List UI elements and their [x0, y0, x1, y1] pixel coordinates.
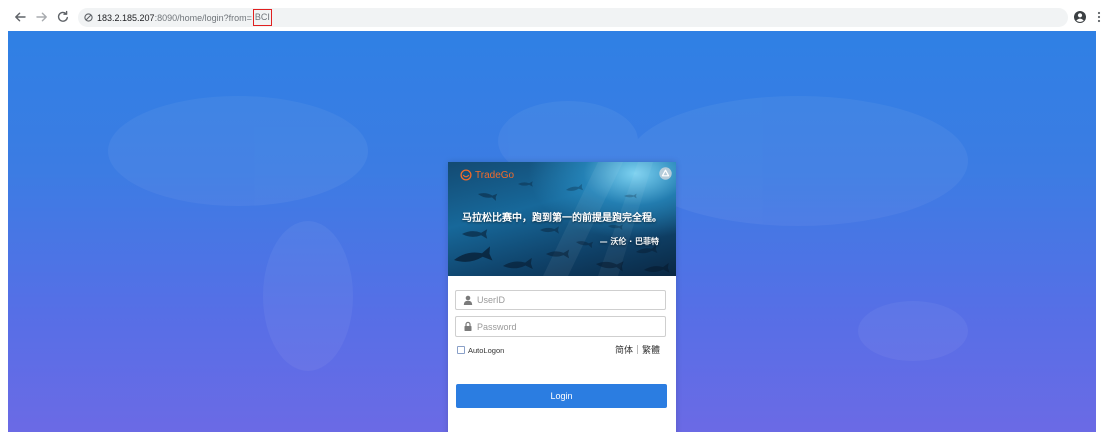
browser-toolbar: 183.2.185.207 :8090/home/login?from= BCI — [0, 0, 1104, 31]
login-card: TradeGo 马拉松比赛中，跑到第一的前提是跑完全程。 — 沃伦 · 巴菲特 … — [448, 162, 676, 432]
userid-field — [455, 290, 666, 310]
autologon-option[interactable]: AutoLogon — [457, 345, 504, 355]
arrow-right-icon — [36, 12, 47, 22]
fish-silhouette — [518, 181, 533, 187]
forward-button[interactable] — [35, 10, 49, 24]
back-button[interactable] — [13, 10, 27, 24]
login-banner: TradeGo 马拉松比赛中，跑到第一的前提是跑完全程。 — 沃伦 · 巴菲特 — [448, 162, 676, 276]
fish-silhouette — [565, 183, 584, 194]
not-secure-icon[interactable] — [84, 13, 93, 22]
fish-silhouette — [452, 246, 493, 268]
tradego-logo: TradeGo — [460, 168, 514, 182]
arrow-left-icon — [15, 12, 26, 22]
url-path: :8090/home/login?from= — [154, 12, 252, 23]
user-icon — [463, 295, 473, 305]
login-page-background: TradeGo 马拉松比赛中，跑到第一的前提是跑完全程。 — 沃伦 · 巴菲特 … — [8, 31, 1096, 432]
fish-silhouette — [643, 263, 670, 275]
quote-attribution: — 沃伦 · 巴菲特 — [599, 237, 659, 246]
fish-silhouette — [540, 226, 559, 234]
url-text[interactable]: 183.2.185.207 :8090/home/login?from= BCI — [97, 8, 272, 27]
language-traditional-link[interactable]: 繁體 — [642, 343, 660, 356]
logo-text: TradeGo — [475, 169, 515, 181]
url-highlighted-parameter: BCI — [252, 9, 272, 26]
browser-menu-button[interactable] — [1092, 10, 1101, 24]
url-host: 183.2.185.207 — [97, 12, 155, 23]
account-circle-icon — [1074, 11, 1086, 23]
account-button[interactable] — [1073, 10, 1086, 24]
tradego-logo-icon — [460, 169, 472, 181]
banner-quote: 马拉松比赛中，跑到第一的前提是跑完全程。 — [462, 213, 662, 224]
kebab-menu-icon — [1097, 11, 1101, 23]
lock-icon — [463, 321, 473, 331]
recycle-icon[interactable] — [659, 167, 672, 180]
language-divider — [636, 345, 638, 354]
autologon-checkbox[interactable] — [457, 346, 465, 354]
password-input[interactable] — [477, 317, 662, 336]
fish-silhouette — [477, 190, 498, 201]
address-bar[interactable]: 183.2.185.207 :8090/home/login?from= BCI — [78, 8, 1068, 27]
fish-silhouette — [502, 257, 533, 272]
reload-button[interactable] — [56, 10, 70, 24]
fish-silhouette — [462, 229, 488, 239]
autologon-label[interactable]: AutoLogon — [468, 346, 504, 355]
language-switcher: 简体 繁體 — [615, 343, 660, 356]
reload-icon — [57, 10, 68, 22]
login-button[interactable]: Login — [456, 384, 667, 408]
password-field — [455, 316, 666, 337]
userid-input[interactable] — [477, 291, 662, 309]
language-simplified-link[interactable]: 简体 — [615, 343, 633, 356]
